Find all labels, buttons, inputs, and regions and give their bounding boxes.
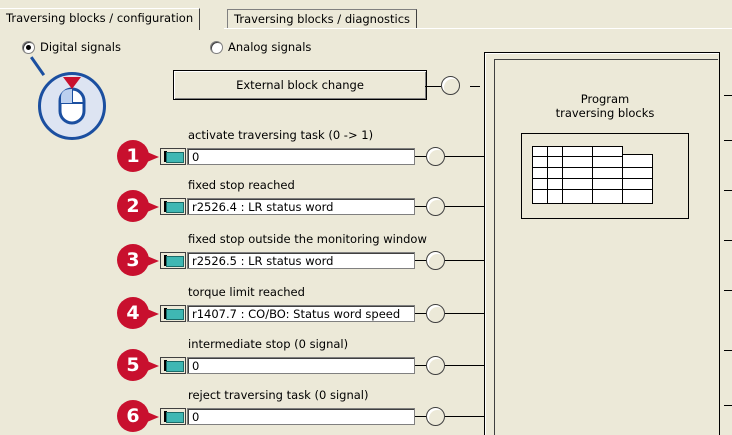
traversing-table-icon <box>532 146 654 204</box>
connector-line <box>445 365 484 366</box>
step-badge: 1 <box>117 140 159 172</box>
program-title: Program traversing blocks <box>494 92 716 120</box>
signal-source-field[interactable]: 0 <box>187 408 415 425</box>
connector-line <box>415 416 426 417</box>
connector-node-icon <box>441 76 460 95</box>
scale-tick <box>724 95 732 96</box>
signal-source-field[interactable]: r1407.7 : CO/BO: Status word speed <box>187 305 415 322</box>
signal-source-field[interactable]: r2526.5 : LR status word <box>187 252 415 269</box>
connector-line <box>470 86 480 87</box>
digital-signals-label: Digital signals <box>40 40 121 54</box>
connector-node-icon <box>426 197 445 216</box>
signal-source-button[interactable] <box>160 408 186 425</box>
mouse-click-icon <box>38 72 106 140</box>
step-badge: 3 <box>117 244 159 276</box>
signal-label: fixed stop reached <box>188 178 295 192</box>
step-badge: 4 <box>117 297 159 329</box>
external-block-change-button[interactable]: External block change <box>173 70 427 100</box>
connector-node-icon <box>426 304 445 323</box>
signal-source-button[interactable] <box>160 252 186 269</box>
signal-source-bar <box>166 361 184 372</box>
connector-node-icon <box>426 251 445 270</box>
connector-line <box>415 206 426 207</box>
connector-line <box>425 86 441 87</box>
scale-tick <box>724 240 732 241</box>
signal-source-button[interactable] <box>160 148 186 165</box>
connector-line <box>445 260 484 261</box>
scale-tick <box>724 190 732 191</box>
connector-node-icon <box>426 356 445 375</box>
connector-node-icon <box>426 407 445 426</box>
connector-line <box>415 156 426 157</box>
connector-line <box>445 206 484 207</box>
signal-source-button[interactable] <box>160 305 186 322</box>
scale-tick <box>724 350 732 351</box>
connector-line <box>445 313 484 314</box>
signal-source-field[interactable]: 0 <box>187 357 415 374</box>
scale-tick <box>724 290 732 291</box>
signal-source-bar <box>166 152 184 163</box>
tab-diagnostics[interactable]: Traversing blocks / diagnostics <box>227 9 418 29</box>
signal-source-field[interactable]: r2526.4 : LR status word <box>187 198 415 215</box>
connector-line <box>415 365 426 366</box>
scale-tick <box>724 140 732 141</box>
radio-unchecked-icon <box>210 40 223 54</box>
program-title-line2: traversing blocks <box>555 106 655 120</box>
signal-source-field[interactable]: 0 <box>187 148 415 165</box>
signal-source-bar <box>166 202 184 213</box>
analog-signals-radio[interactable]: Analog signals <box>210 40 311 54</box>
signal-source-bar <box>166 256 184 267</box>
signal-source-button[interactable] <box>160 198 186 215</box>
step-badge: 5 <box>117 349 159 381</box>
signal-source-button[interactable] <box>160 357 186 374</box>
signal-label: intermediate stop (0 signal) <box>188 337 349 351</box>
connector-line <box>415 313 426 314</box>
tab-bar: Traversing blocks / configuration Traver… <box>0 0 732 30</box>
tab-configuration[interactable]: Traversing blocks / configuration <box>0 8 201 30</box>
program-title-line1: Program <box>580 92 630 106</box>
signal-source-bar <box>166 412 184 423</box>
signal-label: torque limit reached <box>188 285 305 299</box>
connector-line <box>445 416 484 417</box>
analog-signals-label: Analog signals <box>228 40 312 54</box>
step-badge: 2 <box>117 190 159 222</box>
step-badge: 6 <box>117 400 159 432</box>
signal-label: reject traversing task (0 signal) <box>188 388 369 402</box>
connector-line <box>445 156 484 157</box>
signal-label: activate traversing task (0 -> 1) <box>188 128 374 142</box>
radio-checked-icon <box>22 40 35 54</box>
scale-tick <box>724 405 732 406</box>
signal-source-bar <box>166 309 184 320</box>
signal-label: fixed stop outside the monitoring window <box>188 232 427 246</box>
traversing-blocks-window: Traversing blocks / configuration Traver… <box>0 0 732 435</box>
connector-line <box>415 260 426 261</box>
connector-node-icon <box>426 147 445 166</box>
mouse-glyph <box>58 77 86 125</box>
